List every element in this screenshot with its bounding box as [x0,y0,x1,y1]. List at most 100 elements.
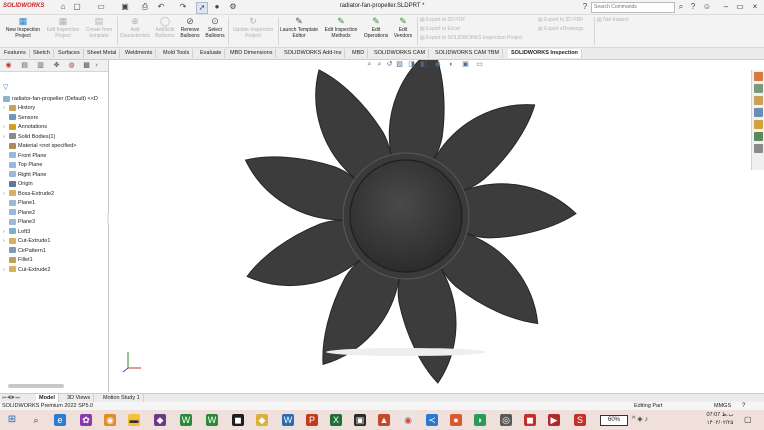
notifications-icon[interactable]: ▢ [744,415,752,424]
clock-date[interactable]: ۱۴۰۲/۰۲/۲۵ [706,420,734,427]
app-purple-icon[interactable]: ✿ [80,414,92,426]
tab-weldments[interactable]: Weldments [122,49,157,58]
select-balloons-button[interactable]: ⊙ Select Balloons [203,16,227,39]
create-from-template-button[interactable]: ▤ Create from template [82,16,116,39]
view-settings-icon[interactable]: ▭ [475,60,484,69]
hide-show-items-icon[interactable]: ◉ [433,60,442,69]
tree-expand-toggle[interactable]: › [3,229,5,235]
zoom-area-icon[interactable]: ⌕ [375,60,384,69]
tree-item[interactable]: Annotations [9,123,47,131]
chrome-icon[interactable]: ◉ [402,414,414,426]
app-red-icon[interactable]: ▲ [378,414,390,426]
tree-item[interactable]: Top Plane [9,161,42,169]
export-edrawings-button[interactable]: ▤ Export eDrawings [538,25,584,34]
tab-surfaces[interactable]: Surfaces [55,49,84,58]
update-inspection-project-button[interactable]: ↻ Update Inspection Project [229,16,277,39]
property-manager-icon[interactable]: ▤ [20,61,29,70]
user-icon[interactable]: ☺ [702,2,712,12]
status-units[interactable]: MMGS [714,402,731,410]
tab-mbd[interactable]: MBD [349,49,369,58]
tree-expand-toggle[interactable]: › [3,238,5,244]
launch-template-editor-button[interactable]: ✎ Launch Template Editor [279,16,319,39]
remove-balloons-button[interactable]: ⊘ Remove Balloons [178,16,202,39]
tree-item[interactable]: Front Plane [9,152,46,160]
display-manager-icon[interactable]: ◍ [67,61,76,70]
vscode-icon[interactable]: ≺ [426,414,438,426]
app-green2-icon[interactable]: ◗ [474,414,486,426]
section-view-icon[interactable]: ▧ [395,60,404,69]
tree-expand-toggle[interactable]: › [3,124,5,130]
tree-expand-toggle[interactable]: › [3,191,5,197]
tab-evaluate[interactable]: Evaluate [197,49,226,58]
apply-scene-icon[interactable]: ▣ [461,60,470,69]
word-icon[interactable]: W [282,414,294,426]
tree-item[interactable]: CirPattern1 [9,247,46,255]
tree-item[interactable]: Fillet1 [9,256,33,264]
edit-inspection-project-button[interactable]: ▦ Edit Inspection Project [44,16,82,39]
close-icon[interactable]: × [749,1,761,13]
export-2d-pdf-button[interactable]: ▤ Export to 2D PDF [420,16,523,25]
battery-indicator[interactable]: 60% [600,415,628,426]
forum-icon[interactable] [754,144,763,153]
app-red3-icon[interactable]: ▶ [548,414,560,426]
tree-item[interactable]: Plane3 [9,218,35,226]
minimize-icon[interactable]: – [720,1,732,13]
search-icon[interactable]: ⌕ [676,2,686,12]
filter-icon[interactable]: ▽ [3,83,8,91]
tree-item[interactable]: Cut-Extrude1 [9,237,50,245]
tree-item[interactable]: Origin [9,180,33,188]
tab-scroll-arrows-icon[interactable]: ⏮◀▶⏭ [2,395,20,401]
app-green-w2-icon[interactable]: W [206,414,218,426]
app-blue-icon[interactable]: ▣ [354,414,366,426]
search-commands-input[interactable]: Search Commands [591,2,675,13]
tab-sketch[interactable]: Sketch [30,49,54,58]
tree-expand-toggle[interactable]: › [3,134,5,140]
zoom-to-fit-icon[interactable]: ⌕ [365,60,374,69]
tab-mbd-dimensions[interactable]: MBD Dimensions [227,49,277,58]
tree-item[interactable]: History [9,104,35,112]
edit-operations-button[interactable]: ✎ Edit Operations [362,16,390,39]
app-red2-icon[interactable]: ◼ [524,414,536,426]
appearances-icon[interactable] [754,120,763,129]
app-green-w-icon[interactable]: W [180,414,192,426]
taskbar-search-icon[interactable]: ⌕ [30,414,42,426]
edit-vendors-button[interactable]: ✎ Edit Vendors [391,16,415,39]
tab-mold-tools[interactable]: Mold Tools [160,49,194,58]
add-characteristic-button[interactable]: ⊕ Add Characteristic [118,16,152,39]
tree-expand-toggle[interactable]: › [3,105,5,111]
export-3d-pdf-button[interactable]: ▤ Export to 3D PDF [538,16,584,25]
tab-solidworks-cam[interactable]: SOLIDWORKS CAM [371,49,430,58]
add-edit-balloons-button[interactable]: ◯ Add/Edit Balloons [153,16,177,39]
horizontal-scrollbar[interactable] [8,384,64,388]
tree-item[interactable]: Loft3 [9,228,30,236]
excel-icon[interactable]: X [330,414,342,426]
tab-sheet-metal[interactable]: Sheet Metal [84,49,121,58]
tray-icons[interactable]: ^ ◈ ♪ [632,415,648,423]
tree-item[interactable]: Right Plane [9,171,46,179]
file-explorer-icon[interactable] [754,96,763,105]
tab-solidworks-inspection[interactable]: SOLIDWORKS Inspection [508,49,582,58]
previous-view-icon[interactable]: ↺ [385,60,394,69]
dimxpert-icon[interactable]: ✥ [52,61,61,70]
tree-item[interactable]: Material <not specified> [9,142,76,150]
tree-item[interactable]: Plane1 [9,199,35,207]
app-orange2-icon[interactable]: ● [450,414,462,426]
configuration-manager-icon[interactable]: ▥ [36,61,45,70]
tree-item[interactable]: Sensors [9,114,38,122]
tab-solidworks-cam-tbm[interactable]: SOLIDWORKS CAM TBM [432,49,504,58]
view-palette-icon[interactable] [754,108,763,117]
new-inspection-project-button[interactable]: ▦ New Inspection Project [2,16,44,39]
tree-item[interactable]: Solid Bodies(1) [9,133,55,141]
tab-features[interactable]: Features [1,49,30,58]
tree-expand-toggle[interactable]: › [3,267,5,273]
chevron-right-icon[interactable]: › [92,61,101,70]
edit-appearance-icon[interactable]: ◐ [447,60,456,69]
windows-start-icon[interactable]: ⊞ [6,414,18,426]
app-yellow-icon[interactable]: ◆ [256,414,268,426]
tree-root[interactable]: radiator-fan-propeller (Default) <<D [3,95,98,103]
app-black-icon[interactable]: ◼ [232,414,244,426]
design-library-icon[interactable] [754,84,763,93]
tree-item[interactable]: Plane2 [9,209,35,217]
export-excel-button[interactable]: ▤ Export to Excel [420,25,523,34]
edit-inspection-methods-button[interactable]: ✎ Edit Inspection Methods [321,16,361,39]
